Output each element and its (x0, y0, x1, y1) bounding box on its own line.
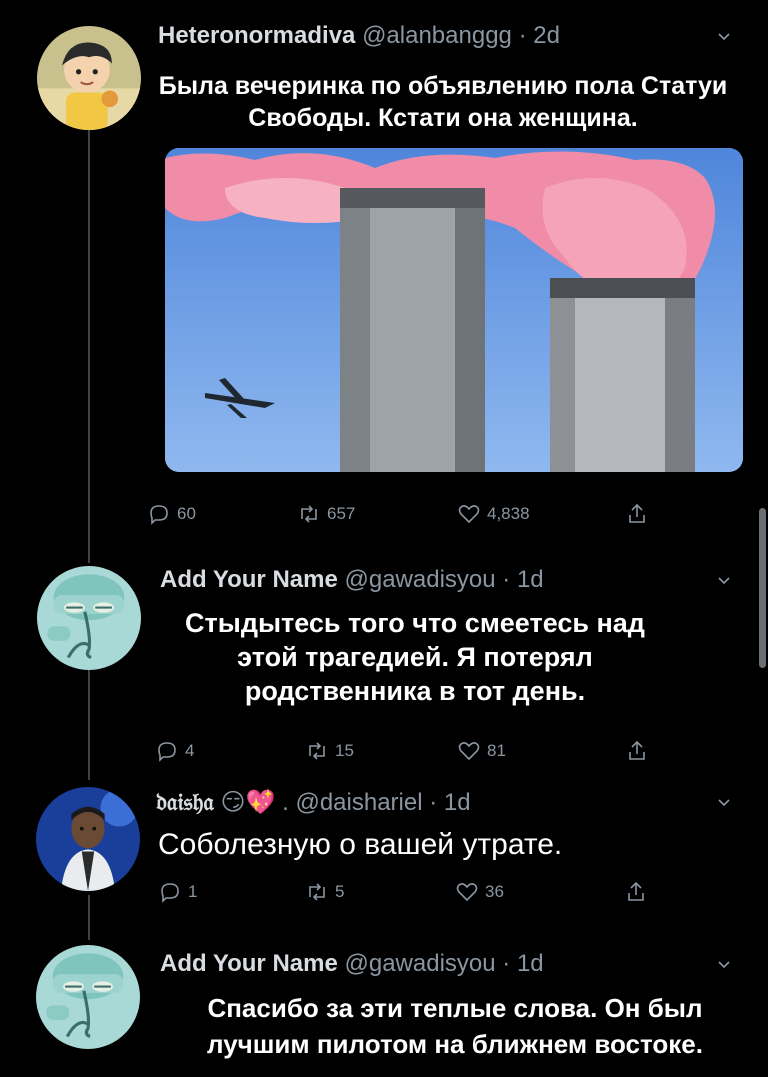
chevron-down-icon[interactable] (717, 796, 731, 810)
timestamp[interactable]: 1d (517, 566, 544, 593)
display-name[interactable]: Add Your Name (160, 566, 338, 593)
share-icon (628, 881, 644, 901)
tweet-header: Add Your Name @gawadisyou · 1d (160, 950, 544, 978)
tweet-actions: 60 657 4,838 (147, 502, 667, 528)
tweet-actions: 4 15 81 (155, 739, 655, 765)
reply-icon (161, 883, 179, 903)
like-icon (456, 883, 478, 902)
timestamp[interactable]: 2d (533, 22, 560, 49)
like-icon (458, 742, 480, 761)
retweet-icon (301, 505, 317, 523)
retweet-count: 5 (335, 882, 345, 901)
retweet-action[interactable]: 5 (305, 880, 344, 904)
tweet-text-line: Соболезную о вашей утрате. (158, 828, 563, 861)
tweet-header: Heteronormadiva @alanbanggg · 2d (158, 22, 560, 50)
like-action[interactable]: 81 (457, 739, 506, 763)
timestamp[interactable]: 1d (444, 789, 471, 816)
retweet-count: 15 (335, 741, 354, 760)
reply-action[interactable]: 60 (147, 502, 196, 526)
like-count: 4,838 (487, 504, 530, 523)
share-action[interactable] (625, 502, 649, 526)
tweet-text: Спасибо за эти теплые слова. Он был лучш… (150, 990, 760, 1062)
handle[interactable]: @alanbanggg (362, 22, 512, 49)
retweet-action[interactable]: 657 (297, 502, 355, 526)
chevron-down-icon[interactable] (717, 30, 731, 44)
retweet-count: 657 (327, 504, 356, 523)
like-count: 36 (485, 882, 504, 901)
like-count: 81 (487, 741, 506, 760)
reply-count: 4 (185, 741, 195, 760)
avatar[interactable] (36, 787, 140, 891)
tweet-text: Была вечеринка по объявлению пола Статуи… (148, 70, 738, 134)
reply-icon (150, 505, 168, 525)
share-icon (629, 503, 645, 523)
tweet-text-line: Спасибо за эти теплые слова. Он был (207, 993, 703, 1023)
thread-line (88, 660, 90, 780)
tweet-actions: 1 5 36 (158, 880, 658, 906)
retweet-icon (309, 742, 325, 760)
tweet-text: Стыдытесь того что смеетесь над этой тра… (140, 606, 690, 708)
thread-line (88, 128, 90, 563)
separator: · (502, 566, 511, 593)
tweet-text-line: Стыдытесь того что смеетесь над (185, 608, 645, 638)
avatar[interactable] (36, 945, 140, 1049)
separator: · (429, 789, 438, 816)
tweet-text-line: Свободы. Кстати она женщина. (248, 104, 638, 132)
handle[interactable]: @daishariel (295, 789, 422, 816)
tweet-header: 𝔡𝔞𝔦𝔰𝔥𝔞 😏💖 . @daishariel · 1d (156, 787, 471, 817)
share-action[interactable] (624, 880, 648, 904)
reply-icon (158, 742, 176, 762)
timestamp[interactable]: 1d (517, 950, 544, 977)
reply-count: 60 (177, 504, 196, 523)
avatar[interactable] (37, 26, 141, 130)
share-icon (629, 740, 645, 760)
share-action[interactable] (625, 739, 649, 763)
handle[interactable]: @gawadisyou (344, 950, 495, 977)
reply-count: 1 (188, 882, 198, 901)
tweet-text-line: лучшим пилотом на ближнем востоке. (207, 1029, 703, 1059)
avatar[interactable] (37, 566, 141, 670)
like-icon (458, 505, 480, 524)
separator: · (502, 950, 511, 977)
scrollbar[interactable] (759, 508, 766, 668)
like-action[interactable]: 36 (455, 880, 504, 904)
thread-line (88, 895, 90, 940)
tweet-text: Соболезную о вашей утрате. (158, 826, 562, 864)
separator: · (518, 22, 527, 49)
tweet-header: Add Your Name @gawadisyou · 1d (160, 566, 544, 594)
handle[interactable]: @gawadisyou (344, 566, 495, 593)
chevron-down-icon[interactable] (717, 958, 731, 972)
tweet-text-line: родственника в тот день. (244, 676, 586, 706)
retweet-icon (309, 883, 325, 901)
display-name[interactable]: 𝔡𝔞𝔦𝔰𝔥𝔞 (156, 787, 214, 816)
tweet-text-line: Была вечеринка по объявлению пола Статуи (158, 72, 728, 100)
display-name[interactable]: Heteronormadiva (158, 22, 355, 49)
tweet-text-line: этой трагедией. Я потерял (237, 642, 593, 672)
display-name[interactable]: Add Your Name (160, 950, 338, 977)
chevron-down-icon[interactable] (717, 574, 731, 588)
like-action[interactable]: 4,838 (457, 502, 530, 526)
retweet-action[interactable]: 15 (305, 739, 354, 763)
reply-action[interactable]: 1 (158, 880, 197, 904)
reply-action[interactable]: 4 (155, 739, 194, 763)
tweet-image[interactable] (165, 148, 743, 472)
name-emojis: 😏💖 . (220, 789, 289, 816)
